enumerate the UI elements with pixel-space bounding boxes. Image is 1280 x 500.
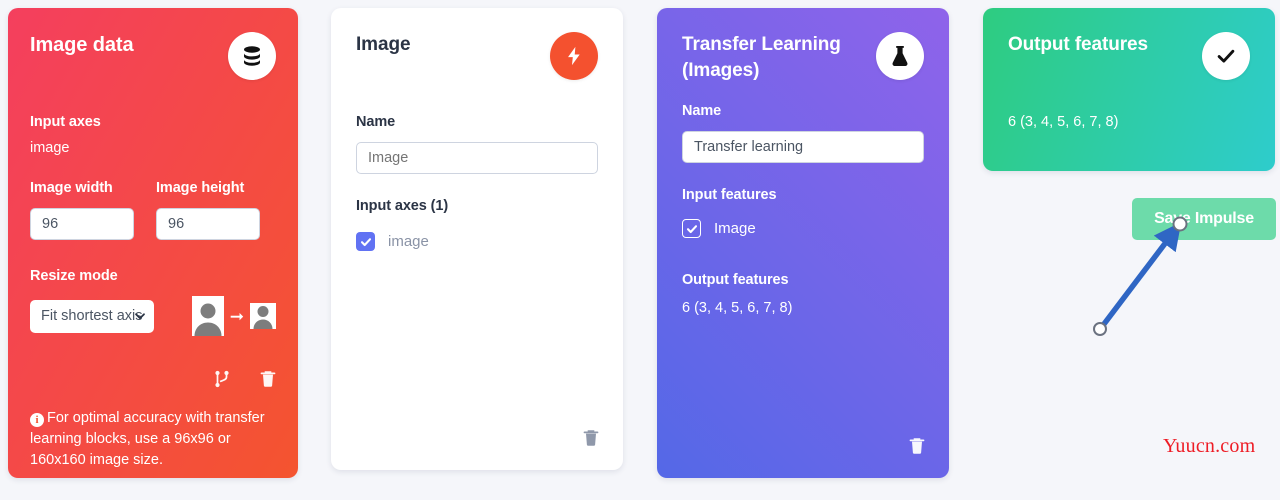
resize-mode-row: Fit shortest axis ➞: [30, 296, 276, 336]
name-label: Name: [682, 103, 722, 120]
optimal-accuracy-note-text: For optimal accuracy with transfer learn…: [30, 410, 265, 469]
axis-label: image: [388, 233, 429, 250]
arrow-line: [1098, 221, 1182, 330]
database-icon: [228, 32, 276, 80]
image-dimensions-row: Image width 96 Image height 96: [30, 180, 276, 240]
arrow-right-icon: ➞: [229, 306, 244, 326]
input-axes-value: image: [30, 140, 70, 156]
image-height-input[interactable]: 96: [156, 208, 260, 240]
card-title: Image data: [30, 34, 134, 56]
image-width-group: Image width 96: [30, 180, 134, 240]
name-input[interactable]: [356, 142, 598, 174]
input-features-label: Input features: [682, 187, 777, 204]
card-image-block: Image Name Input axes (1) image: [331, 8, 623, 470]
resize-mode-select[interactable]: Fit shortest axis: [30, 299, 154, 333]
check-circle-icon: [1202, 32, 1250, 80]
card-header: Image: [356, 32, 598, 80]
input-axes-label: Input axes (1): [356, 198, 449, 214]
branch-icon[interactable]: [214, 370, 230, 388]
check-icon: [686, 225, 697, 233]
info-icon: i: [30, 413, 44, 427]
card-output-features: Output features 6 (3, 4, 5, 6, 7, 8): [983, 8, 1275, 171]
image-width-input[interactable]: 96: [30, 208, 134, 240]
input-feature-row[interactable]: Image: [682, 219, 924, 239]
chevron-down-icon: [135, 313, 145, 320]
image-height-label: Image height: [156, 180, 245, 196]
input-axes-label: Input axes: [30, 114, 101, 130]
checkbox-image-feature[interactable]: [682, 219, 701, 239]
card-header: Transfer Learning (Images): [682, 32, 924, 83]
card-title: Image: [356, 34, 411, 55]
checkbox-image-axis[interactable]: [356, 232, 375, 251]
card-title: Output features: [1008, 34, 1148, 55]
save-impulse-button[interactable]: Save Impulse: [1132, 198, 1276, 240]
arrow-handle-start[interactable]: [1093, 322, 1107, 336]
original-image-thumb: [191, 296, 224, 336]
bolt-icon: [550, 32, 598, 80]
trash-icon[interactable]: [583, 429, 599, 447]
card-header: Output features: [1008, 32, 1250, 80]
card-transfer-learning: Transfer Learning (Images) Name Input fe…: [657, 8, 949, 478]
output-features-label: Output features: [682, 272, 789, 289]
optimal-accuracy-note: i For optimal accuracy with transfer lear…: [30, 408, 276, 471]
output-features-value: 6 (3, 4, 5, 6, 7, 8): [682, 300, 793, 317]
trash-icon[interactable]: [260, 370, 276, 388]
resize-mode-label: Resize mode: [30, 268, 118, 284]
watermark: Yuucn.com: [1163, 435, 1256, 457]
card-title: Transfer Learning (Images): [682, 34, 841, 81]
check-icon: [360, 237, 371, 246]
trash-icon[interactable]: [909, 437, 925, 455]
name-input[interactable]: [682, 131, 924, 164]
name-label: Name: [356, 114, 396, 130]
card-actions: [909, 437, 925, 460]
card-image-data: Image data Input axes image Image width …: [8, 8, 298, 478]
image-height-group: Image height 96: [156, 180, 260, 240]
image-width-label: Image width: [30, 180, 113, 196]
resize-preview: ➞: [191, 296, 276, 336]
card-actions: [583, 429, 599, 452]
flask-icon: [876, 32, 924, 80]
output-features-value: 6 (3, 4, 5, 6, 7, 8): [1008, 114, 1119, 130]
card-actions: [30, 370, 276, 388]
card-header: Image data: [30, 32, 276, 80]
resized-image-thumb: [250, 303, 276, 329]
axis-checkbox-row[interactable]: image: [356, 232, 598, 251]
input-feature-label: Image: [714, 220, 756, 238]
resize-mode-selected-value: Fit shortest axis: [41, 308, 143, 324]
